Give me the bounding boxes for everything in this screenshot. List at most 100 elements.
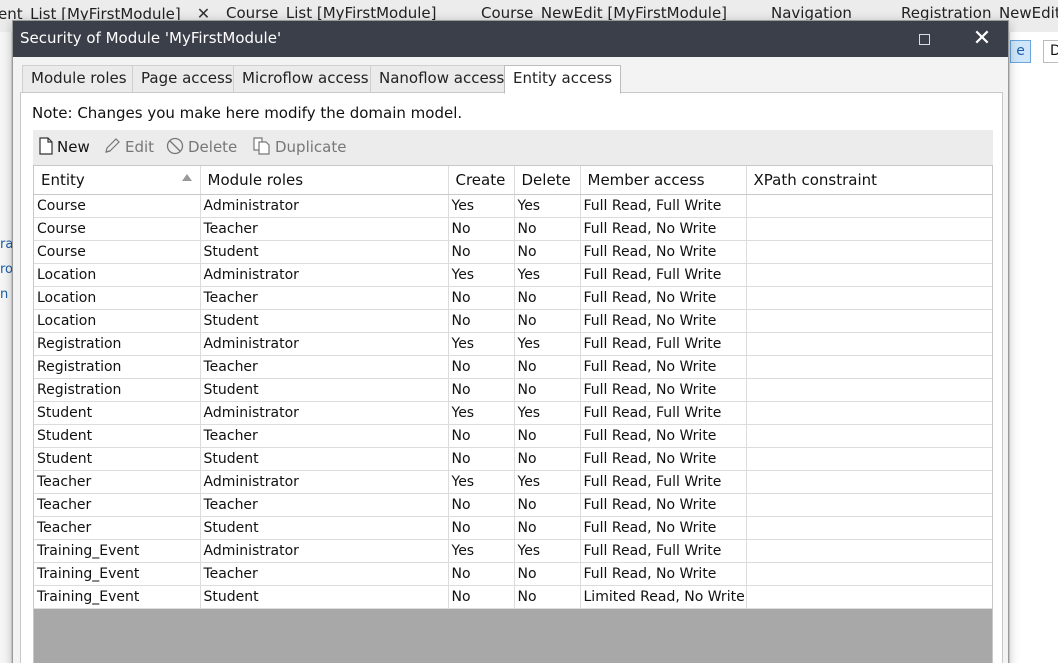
entity-cell: Teacher [34,493,201,517]
tab-microflow-access[interactable]: Microflow access [233,65,378,93]
xpath-constraint-cell [746,493,992,517]
maximize-icon [918,33,930,45]
member-access-cell: Full Read, Full Write [580,194,747,218]
prohibited-icon [166,137,184,155]
member-access-cell: Full Read, No Write [580,217,747,241]
xpath-constraint-cell [746,516,992,540]
entity-cell: Training_Event [34,539,201,563]
create-cell: Yes [448,263,515,287]
create-cell: Yes [448,539,515,563]
create-cell: No [448,240,515,264]
table-row[interactable]: Training_Event Teacher No No Full Read, No W… [34,562,992,586]
member-access-cell: Full Read, No Write [580,355,747,379]
delete-cell: No [514,424,581,448]
entity-access-grid[interactable]: Entity Module roles Create Delete Member… [33,165,993,663]
xpath-constraint-cell [746,263,992,287]
domain-model-note: Note: Changes you make here modify the d… [32,104,463,122]
table-row[interactable]: Registration Administrator Yes Yes Full Read… [34,332,992,356]
close-button[interactable]: ✕ [954,21,1010,57]
member-access-cell: Full Read, No Write [580,493,747,517]
entity-cell: Course [34,217,201,241]
create-cell: No [448,217,515,241]
table-row[interactable]: Student Administrator Yes Yes Full Read, Ful… [34,401,992,425]
column-header-create[interactable]: Create [448,166,515,195]
background-left-item[interactable]: ra [0,237,12,252]
table-row[interactable]: Location Teacher No No Full Read, No Write [34,286,992,310]
member-access-cell: Full Read, No Write [580,516,747,540]
create-cell: No [448,516,515,540]
background-button[interactable]: D [1043,40,1058,63]
xpath-constraint-cell [746,332,992,356]
duplicate-button[interactable]: Duplicate [253,137,346,156]
background-button[interactable]: e [1010,40,1031,63]
column-header-module-roles[interactable]: Module roles [200,166,449,195]
delete-cell: No [514,447,581,471]
table-row[interactable]: Course Student No No Full Read, No Write [34,240,992,264]
column-header-label: Member access [587,170,705,189]
tab-module-roles[interactable]: Module roles [22,65,136,93]
entity-cell: Registration [34,332,201,356]
background-left-item[interactable]: n [0,287,12,302]
close-icon: ✕ [972,26,992,51]
table-row[interactable]: Teacher Teacher No No Full Read, No Write [34,493,992,517]
member-access-cell: Full Read, No Write [580,562,747,586]
create-cell: No [448,493,515,517]
xpath-constraint-cell [746,401,992,425]
create-cell: No [448,309,515,333]
table-body: Course Administrator Yes Yes Full Read, Full… [34,194,992,609]
column-header-label: Create [455,170,506,189]
pencil-icon [105,138,120,153]
tab-page-access[interactable]: Page access [132,65,242,93]
delete-button[interactable]: Delete [166,137,237,156]
table-row[interactable]: Teacher Student No No Full Read, No Write [34,516,992,540]
module-role-cell: Student [200,240,449,264]
delete-cell: No [514,378,581,402]
toolbar: New Edit Delete Duplicate [33,130,993,165]
delete-cell: Yes [514,263,581,287]
new-button[interactable]: New [39,137,90,156]
delete-cell: No [514,217,581,241]
column-header-xpath-constraint[interactable]: XPath constraint [746,166,992,195]
column-header-entity[interactable]: Entity [34,166,201,195]
delete-cell: No [514,493,581,517]
create-cell: Yes [448,332,515,356]
delete-cell: Yes [514,539,581,563]
column-header-label: Delete [521,170,571,189]
edit-button[interactable]: Edit [103,137,154,156]
tab-entity-access[interactable]: Entity access [504,65,622,94]
table-row[interactable]: Registration Student No No Full Read, No Wri… [34,378,992,402]
module-role-cell: Teacher [200,562,449,586]
table-row[interactable]: Training_Event Administrator Yes Yes Full Re… [34,539,992,563]
column-header-member-access[interactable]: Member access [580,166,747,195]
xpath-constraint-cell [746,424,992,448]
table-row[interactable]: Student Student No No Full Read, No Write [34,447,992,471]
dialog-title: Security of Module 'MyFirstModule' [20,29,282,47]
member-access-cell: Full Read, No Write [580,286,747,310]
delete-cell: No [514,585,581,609]
table-row[interactable]: Course Teacher No No Full Read, No Write [34,217,992,241]
column-header-label: Entity [41,170,85,189]
column-header-label: Module roles [207,170,304,189]
create-cell: No [448,286,515,310]
security-dialog: Security of Module 'MyFirstModule' ✕ Mod… [12,20,1009,663]
delete-cell: No [514,516,581,540]
maximize-button[interactable] [896,21,952,57]
table-row[interactable]: Location Administrator Yes Yes Full Read, Fu… [34,263,992,287]
table-row[interactable]: Student Teacher No No Full Read, No Write [34,424,992,448]
tab-nanoflow-access[interactable]: Nanoflow access [370,65,514,93]
dialog-titlebar[interactable]: Security of Module 'MyFirstModule' ✕ [13,21,1008,57]
sort-ascending-icon [181,174,192,181]
column-header-delete[interactable]: Delete [514,166,581,195]
background-left-item[interactable]: ro [0,262,12,277]
delete-cell: Yes [514,194,581,218]
table-row[interactable]: Registration Teacher No No Full Read, No Wri… [34,355,992,379]
member-access-cell: Full Read, Full Write [580,332,747,356]
table-row[interactable]: Course Administrator Yes Yes Full Read, Full… [34,194,992,218]
delete-cell: Yes [514,332,581,356]
module-role-cell: Student [200,585,449,609]
entity-cell: Registration [34,378,201,402]
table-row[interactable]: Training_Event Student No No Limited Read, N… [34,585,992,609]
entity-cell: Teacher [34,470,201,494]
table-row[interactable]: Teacher Administrator Yes Yes Full Read, Ful… [34,470,992,494]
table-row[interactable]: Location Student No No Full Read, No Write [34,309,992,333]
